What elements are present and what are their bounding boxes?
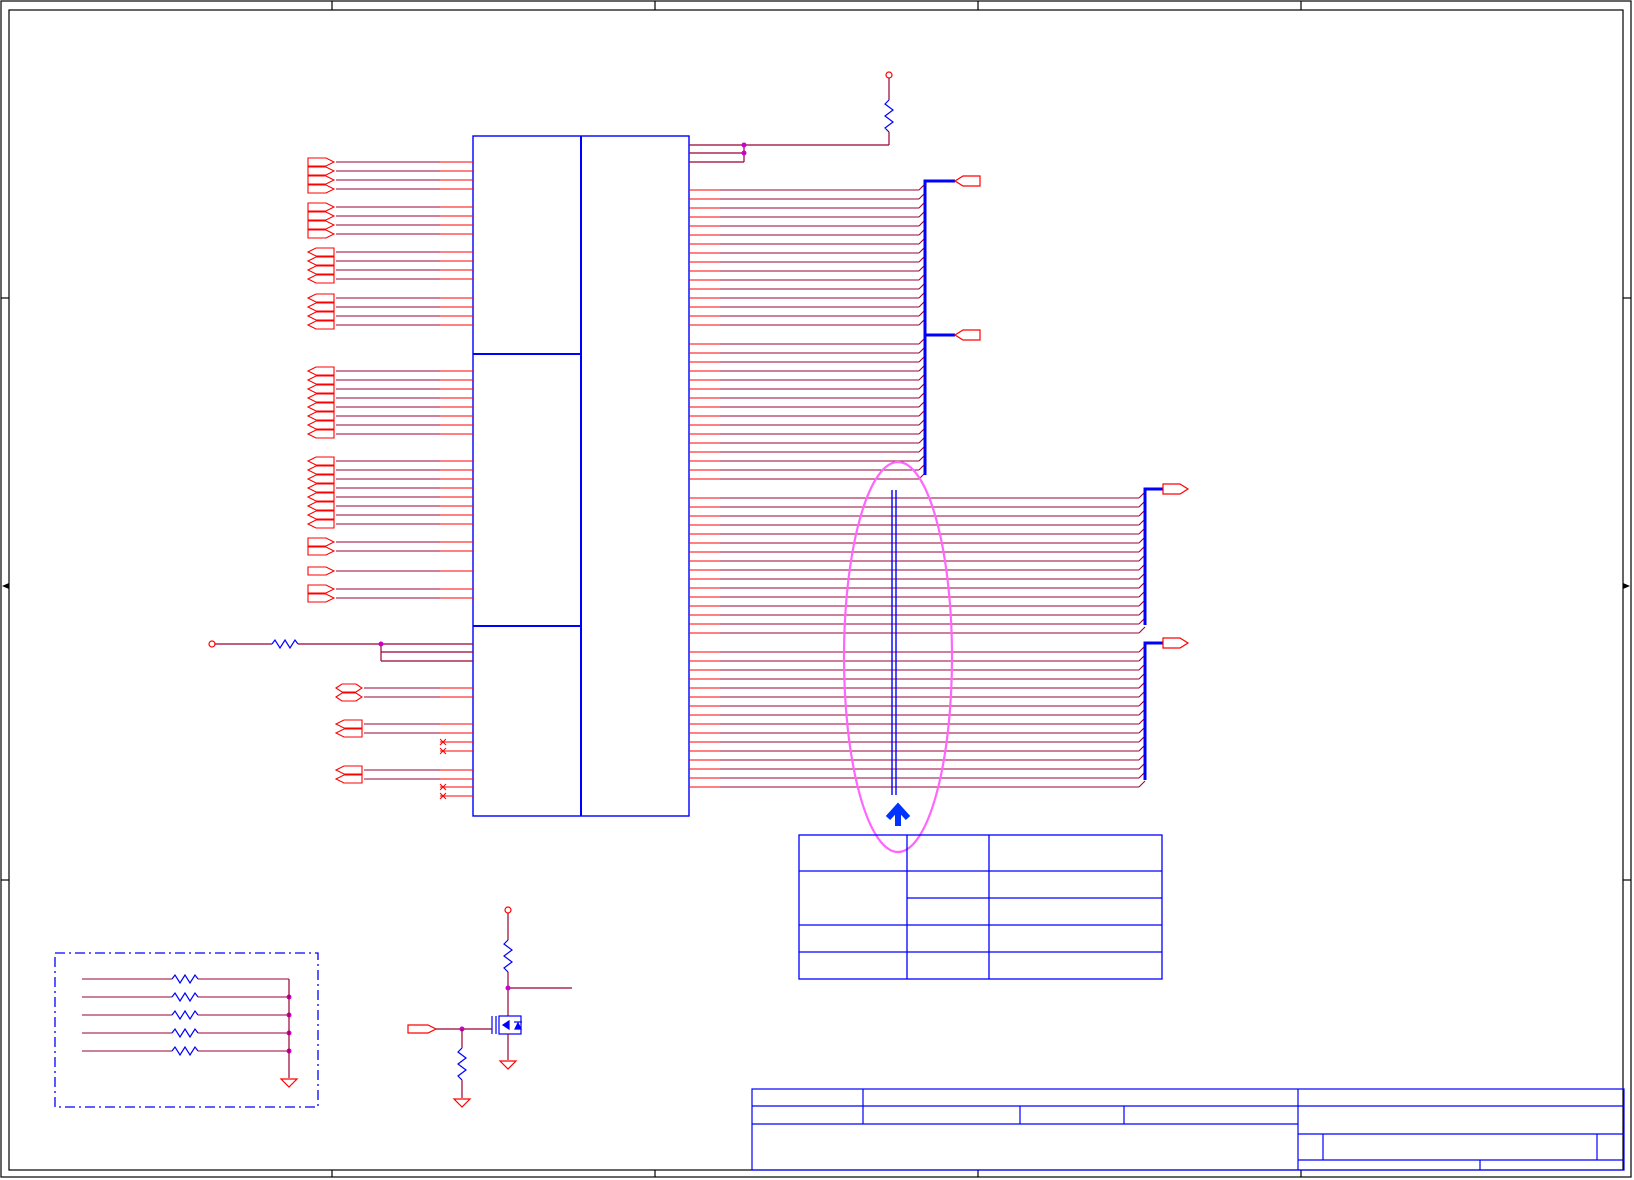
offsheet-connector-icon[interactable]	[307, 202, 336, 212]
offsheet-connector-icon[interactable]	[306, 375, 335, 385]
offsheet-connector-icon[interactable]	[307, 566, 336, 576]
bus-entry	[1138, 626, 1146, 634]
resistor-icon[interactable]	[271, 638, 299, 650]
offsheet-connector-icon[interactable]	[307, 537, 336, 547]
junction-dot	[378, 641, 384, 647]
junction-dot	[505, 985, 511, 991]
resistor-icon[interactable]	[171, 991, 199, 1003]
resistor-icon[interactable]	[503, 939, 513, 973]
offsheet-connector-icon[interactable]	[306, 402, 335, 412]
pullup-network-left	[208, 638, 473, 662]
resistor-pack-block	[54, 952, 319, 1108]
offsheet-connector-icon[interactable]	[307, 229, 336, 239]
offsheet-connector-icon[interactable]	[335, 692, 363, 702]
resistor-icon[interactable]	[171, 1009, 199, 1021]
offsheet-connector-icon[interactable]	[306, 293, 335, 303]
offsheet-connector-icon[interactable]	[306, 492, 335, 502]
resistor-icon[interactable]	[884, 99, 894, 133]
offsheet-connector-icon[interactable]	[307, 211, 336, 221]
offsheet-connector-icon[interactable]	[306, 265, 335, 275]
resistor-icon[interactable]	[171, 1027, 199, 1039]
title-block	[751, 1088, 1625, 1171]
offsheet-connector-icon[interactable]	[306, 510, 335, 520]
offsheet-connector-icon[interactable]	[334, 774, 363, 784]
resistor-pack	[82, 973, 292, 1057]
offsheet-connector-icon[interactable]	[307, 175, 336, 185]
schematic-canvas	[0, 0, 1632, 1178]
offsheet-connector-icon[interactable]	[334, 719, 363, 729]
offsheet-connector-icon[interactable]	[306, 247, 335, 257]
offsheet-connector-icon[interactable]	[306, 366, 335, 376]
ground-icon	[452, 1098, 472, 1108]
bus-ports	[953, 175, 1190, 649]
offsheet-connector-icon[interactable]	[307, 584, 336, 594]
offsheet-connector-icon[interactable]	[1162, 637, 1190, 649]
resistor-icon[interactable]	[171, 973, 199, 985]
dashed-outline	[54, 952, 319, 1108]
review-highlight	[842, 460, 954, 854]
offsheet-connector-icon[interactable]	[307, 166, 336, 176]
offsheet-connector-icon[interactable]	[306, 483, 335, 493]
offsheet-connector-icon[interactable]	[306, 501, 335, 511]
offsheet-connector-icon[interactable]	[307, 546, 336, 556]
resistor-icon[interactable]	[171, 1045, 199, 1057]
offsheet-connector-icon[interactable]	[306, 519, 335, 529]
offsheet-connector-icon[interactable]	[306, 411, 335, 421]
mosfet-icon[interactable]	[491, 1015, 522, 1035]
pullup-network-top	[689, 71, 894, 163]
junction-dot	[741, 142, 747, 148]
offsheet-connector-icon[interactable]	[306, 311, 335, 321]
power-port-icon[interactable]	[885, 71, 893, 79]
offsheet-connector-icon[interactable]	[953, 329, 981, 341]
highlight-ellipse	[842, 460, 954, 854]
ground-icon	[498, 1060, 518, 1070]
info-table	[798, 834, 1163, 980]
resistor-icon[interactable]	[457, 1047, 467, 1081]
offsheet-connector-icon[interactable]	[335, 683, 363, 693]
offsheet-connector-icon[interactable]	[306, 256, 335, 266]
bus-entry	[1138, 780, 1146, 788]
schematic-sheet	[0, 0, 1634, 1180]
offsheet-connector-icon[interactable]	[306, 429, 335, 439]
junction-dot	[741, 150, 747, 156]
offsheet-connector-icon[interactable]	[306, 474, 335, 484]
sheet-frame	[0, 0, 1632, 1178]
offsheet-connector-icon[interactable]	[306, 465, 335, 475]
offsheet-connector-icon[interactable]	[1162, 483, 1190, 495]
ic-component[interactable]	[472, 135, 690, 817]
up-arrow-icon	[885, 802, 911, 826]
offsheet-connector-icon[interactable]	[407, 1024, 438, 1034]
offsheet-connector-icon[interactable]	[334, 728, 363, 738]
offsheet-connector-icon[interactable]	[306, 420, 335, 430]
offsheet-connector-icon[interactable]	[307, 184, 336, 194]
offsheet-connector-icon[interactable]	[306, 456, 335, 466]
offsheet-connector-icon[interactable]	[307, 593, 336, 603]
power-port-icon[interactable]	[504, 906, 512, 914]
ground-icon	[279, 1078, 299, 1088]
offsheet-connector-icon[interactable]	[307, 220, 336, 230]
power-port-icon[interactable]	[208, 640, 216, 648]
offsheet-connector-icon[interactable]	[306, 274, 335, 284]
left-pin-wires	[336, 161, 473, 800]
bus-rails	[923, 179, 1165, 780]
offsheet-connector-icon[interactable]	[307, 157, 336, 167]
offsheet-connector-icon[interactable]	[334, 765, 363, 775]
offsheet-connector-icon[interactable]	[306, 302, 335, 312]
mosfet-circuit	[407, 906, 572, 1108]
offsheet-connector-icon[interactable]	[953, 175, 981, 187]
right-pin-wires	[689, 183, 1146, 788]
offsheet-connector-icon[interactable]	[306, 320, 335, 330]
offsheet-connector-icon[interactable]	[306, 393, 335, 403]
offsheet-connector-icon[interactable]	[306, 384, 335, 394]
